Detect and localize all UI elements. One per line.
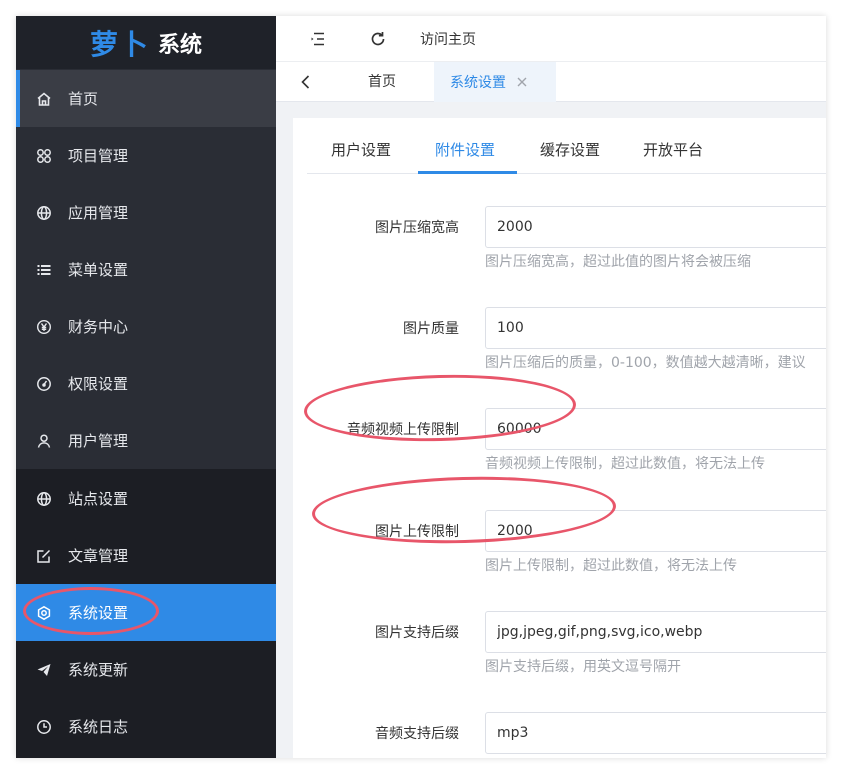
globe-icon xyxy=(36,205,52,221)
sidebar-item-site-settings[interactable]: 站点设置 xyxy=(16,470,276,527)
sidebar-item-system-update[interactable]: 系统更新 xyxy=(16,641,276,698)
gear-icon xyxy=(36,605,52,621)
active-tab-indicator xyxy=(418,171,517,174)
field-label-av-upload-limit: 音频视频上传限制 xyxy=(347,422,459,438)
sidebar-item-label: 菜单设置 xyxy=(68,261,129,279)
sidebar-item-label: 文章管理 xyxy=(68,547,129,565)
app-window: 萝卜 系统 首页 项目管理 应用管理 菜单设置 财务中心 权限设置 用户管理 站… xyxy=(16,16,826,758)
tab-label: 系统设置 xyxy=(450,75,506,91)
sidebar-item-articles[interactable]: 文章管理 xyxy=(16,527,276,584)
edit-icon xyxy=(36,548,52,564)
sidebar-item-label: 系统日志 xyxy=(68,718,129,736)
field-hint-image-compress: 图片压缩宽高，超过此值的图片将会被压缩 xyxy=(485,254,751,270)
field-hint-av-upload-limit: 音频视频上传限制，超过此数值，将无法上传 xyxy=(485,456,765,472)
list-icon xyxy=(36,262,52,278)
subtab-cache-settings[interactable]: 缓存设置 xyxy=(540,118,600,174)
settings-card: 用户设置 附件设置 缓存设置 开放平台 图片压缩宽高 图片压缩宽高，超过此值的图… xyxy=(293,118,826,758)
logo-brand: 萝卜 xyxy=(89,27,150,61)
sidebar-item-label: 系统设置 xyxy=(68,604,129,622)
chevron-left-icon[interactable] xyxy=(296,72,316,92)
tab-home[interactable]: 首页 xyxy=(368,62,396,102)
tab-system-settings[interactable]: 系统设置 xyxy=(434,62,556,102)
refresh-icon[interactable] xyxy=(368,29,388,49)
sidebar-item-label: 财务中心 xyxy=(68,318,129,336)
field-hint-image-extensions: 图片支持后缀，用英文逗号隔开 xyxy=(485,659,681,675)
top-bar: 访问主页 xyxy=(276,16,826,62)
field-label-image-quality: 图片质量 xyxy=(403,321,459,337)
subtab-open-platform[interactable]: 开放平台 xyxy=(643,118,703,174)
sidebar-item-system-log[interactable]: 系统日志 xyxy=(16,698,276,755)
sidebar-item-label: 首页 xyxy=(68,90,99,108)
subtab-attachment-settings[interactable]: 附件设置 xyxy=(435,118,495,174)
sidebar-item-label: 系统更新 xyxy=(68,661,129,679)
tab-bar: 首页 系统设置 xyxy=(276,62,826,102)
sidebar-item-label: 项目管理 xyxy=(68,147,129,165)
field-label-image-upload-limit: 图片上传限制 xyxy=(375,524,459,540)
audio-extensions-input[interactable] xyxy=(485,712,826,754)
user-icon xyxy=(36,433,52,449)
close-icon[interactable] xyxy=(516,76,528,88)
sidebar-item-label: 站点设置 xyxy=(68,490,129,508)
home-icon xyxy=(36,91,52,107)
sidebar-item-permissions[interactable]: 权限设置 xyxy=(16,355,276,412)
collapse-menu-icon[interactable] xyxy=(308,29,328,49)
field-label-image-extensions: 图片支持后缀 xyxy=(375,625,459,641)
sidebar-item-system-settings[interactable]: 系统设置 xyxy=(16,584,276,641)
sidebar-item-finance[interactable]: 财务中心 xyxy=(16,298,276,355)
image-quality-input[interactable] xyxy=(485,307,826,349)
apps-icon xyxy=(36,148,52,164)
field-hint-image-upload-limit: 图片上传限制，超过此数值，将无法上传 xyxy=(485,558,737,574)
gauge-icon xyxy=(36,376,52,392)
settings-subtabs: 用户设置 附件设置 缓存设置 开放平台 xyxy=(307,118,826,174)
sidebar-item-label: 权限设置 xyxy=(68,375,129,393)
yen-icon xyxy=(36,319,52,335)
av-upload-limit-input[interactable] xyxy=(485,408,826,450)
visit-homepage-link[interactable]: 访问主页 xyxy=(420,29,476,49)
sidebar-item-menu-settings[interactable]: 菜单设置 xyxy=(16,241,276,298)
send-icon xyxy=(36,662,52,678)
sidebar-item-label: 用户管理 xyxy=(68,432,129,450)
subtab-user-settings[interactable]: 用户设置 xyxy=(331,118,391,174)
globe-icon xyxy=(36,491,52,507)
field-label-image-compress: 图片压缩宽高 xyxy=(375,220,459,236)
sidebar-item-users[interactable]: 用户管理 xyxy=(16,412,276,469)
sidebar-item-home[interactable]: 首页 xyxy=(16,70,276,127)
image-compress-size-input[interactable] xyxy=(485,206,826,248)
logo-name: 系统 xyxy=(158,32,203,58)
logo: 萝卜 系统 xyxy=(16,16,276,69)
sidebar-item-label: 应用管理 xyxy=(68,204,129,222)
sidebar-item-projects[interactable]: 项目管理 xyxy=(16,127,276,184)
sidebar-item-apps[interactable]: 应用管理 xyxy=(16,184,276,241)
image-extensions-input[interactable] xyxy=(485,611,826,653)
sidebar: 萝卜 系统 首页 项目管理 应用管理 菜单设置 财务中心 权限设置 用户管理 站… xyxy=(16,16,276,758)
field-hint-image-quality: 图片压缩后的质量，0-100，数值越大越清晰，建议 xyxy=(485,355,806,371)
image-upload-limit-input[interactable] xyxy=(485,510,826,552)
clock-icon xyxy=(36,719,52,735)
field-label-audio-extensions: 音频支持后缀 xyxy=(375,726,459,742)
